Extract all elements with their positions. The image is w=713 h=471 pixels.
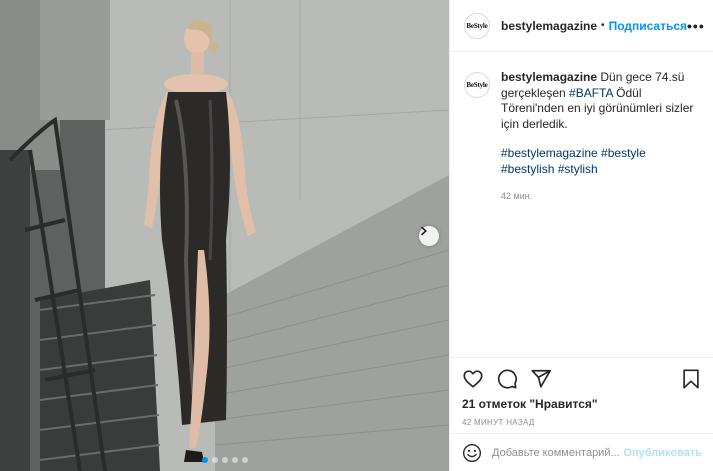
- carousel-dot: [211, 457, 218, 463]
- add-comment-bar: Опубликовать: [450, 433, 713, 471]
- avatar-logo-text: BeStyle: [466, 21, 488, 30]
- publish-button[interactable]: Опубликовать: [623, 447, 702, 459]
- carousel-dot: [201, 457, 208, 463]
- post-actions: 21 отметок "Нравится" 42 МИНУТ НАЗАД: [450, 357, 713, 427]
- post-timestamp: 42 МИНУТ НАЗАД: [462, 418, 535, 427]
- more-options-icon[interactable]: •••: [687, 18, 705, 34]
- share-button[interactable]: [530, 368, 552, 390]
- post-sidebar: BeStyle bestylemagazine • Подписаться ••…: [449, 0, 713, 471]
- chevron-right-icon: [421, 226, 427, 236]
- username-link[interactable]: bestylemagazine: [501, 19, 597, 33]
- bookmark-icon: [683, 369, 699, 389]
- comment-icon: [497, 369, 517, 389]
- action-bar: [462, 364, 702, 394]
- likes-count[interactable]: 21 отметок "Нравится": [462, 397, 702, 411]
- emoji-button[interactable]: [462, 443, 482, 463]
- separator-dot: •: [601, 20, 605, 31]
- carousel-dot: [241, 457, 248, 463]
- comment-button[interactable]: [496, 368, 518, 390]
- caption-avatar[interactable]: BeStyle: [464, 72, 490, 98]
- like-button[interactable]: [462, 368, 484, 390]
- caption-username[interactable]: bestylemagazine: [501, 70, 597, 84]
- comments-section: BeStyle bestylemagazine Dün gece 74.sü g…: [450, 52, 713, 357]
- caption-timestamp: 42 мин.: [501, 191, 533, 201]
- carousel-dot: [231, 457, 238, 463]
- save-button[interactable]: [680, 368, 702, 390]
- caption-hashtag-link[interactable]: #BAFTA: [569, 86, 613, 100]
- carousel-indicator: [0, 457, 449, 463]
- emoji-icon: [463, 443, 481, 462]
- post-photo: [0, 0, 449, 471]
- share-icon: [531, 369, 551, 388]
- carousel-dot: [221, 457, 228, 463]
- next-photo-button[interactable]: [419, 226, 439, 246]
- comment-input[interactable]: [492, 446, 624, 459]
- post-caption: bestylemagazine Dün gece 74.sü gerçekleş…: [501, 70, 699, 357]
- post-header: BeStyle bestylemagazine • Подписаться ••…: [450, 0, 713, 52]
- avatar-logo-text: BeStyle: [466, 81, 488, 89]
- follow-button[interactable]: Подписаться: [609, 19, 687, 33]
- caption-hashtags[interactable]: #bestylemagazine #bestyle #bestylish #st…: [501, 146, 699, 177]
- post-image[interactable]: [0, 0, 449, 471]
- heart-icon: [463, 370, 483, 388]
- avatar[interactable]: BeStyle: [464, 12, 490, 39]
